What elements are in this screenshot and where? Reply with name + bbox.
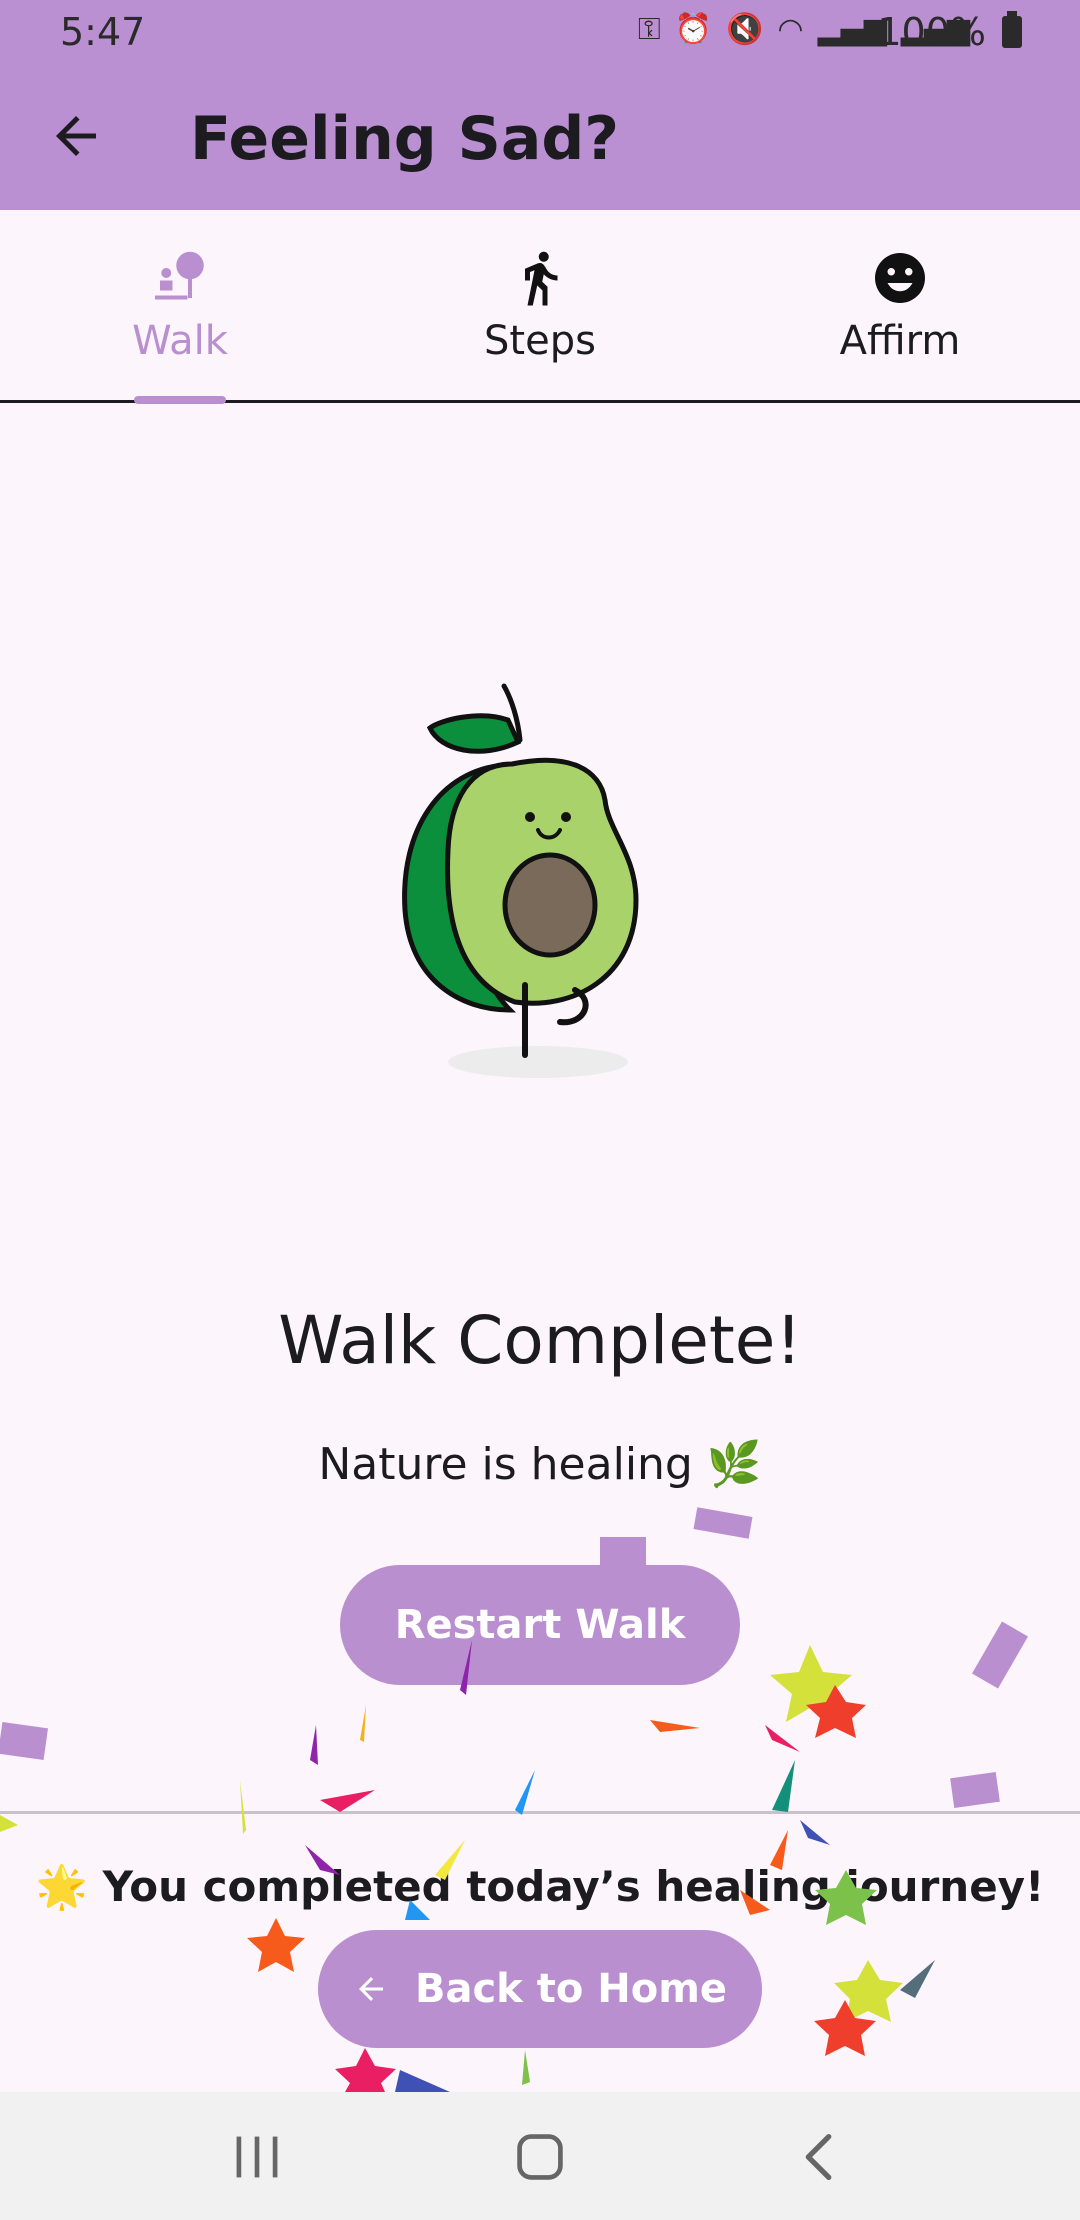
- recent-apps-icon[interactable]: [222, 2122, 292, 2192]
- tab-bar: Walk Steps Affirm: [0, 210, 1080, 404]
- restart-walk-button[interactable]: Restart Walk: [340, 1565, 740, 1685]
- wifi-icon: ◠: [777, 12, 804, 47]
- app-bar: Feeling Sad?: [0, 66, 1080, 210]
- journey-complete-text: 🌟 You completed today’s healing journey!: [35, 1862, 1045, 1911]
- tab-walk-label: Walk: [132, 318, 228, 364]
- system-nav-bar: [0, 2092, 1080, 2220]
- battery-percent: 100%: [877, 10, 986, 54]
- tab-walk[interactable]: Walk: [0, 210, 360, 400]
- mute-icon: 🔇: [726, 12, 764, 47]
- walk-park-icon: [155, 251, 204, 300]
- divider: [0, 1811, 1080, 1814]
- home-nav-icon[interactable]: [505, 2122, 575, 2192]
- back-arrow-icon[interactable]: [46, 106, 106, 166]
- avocado-mascot-illustration: [402, 683, 639, 1078]
- tab-steps[interactable]: Steps: [360, 210, 720, 400]
- status-bar: 5:47 ⚿ ⏰ 🔇 ◠ ▂▄▆ ▂▄▆ 100%: [0, 0, 1080, 66]
- page-title: Feeling Sad?: [190, 104, 620, 174]
- back-to-home-label: Back to Home: [414, 1966, 727, 2012]
- status-time: 5:47: [60, 10, 146, 54]
- smiley-icon: [875, 253, 925, 303]
- arrow-left-icon: [358, 1977, 383, 2001]
- tab-indicator: [134, 396, 226, 404]
- walking-person-icon: [525, 251, 558, 306]
- back-nav-icon[interactable]: [785, 2122, 855, 2192]
- tab-steps-label: Steps: [484, 318, 596, 364]
- tab-affirm[interactable]: Affirm: [720, 210, 1080, 400]
- tab-affirm-label: Affirm: [839, 318, 961, 364]
- alarm-icon: ⏰: [674, 12, 713, 47]
- walk-complete-heading: Walk Complete!: [278, 1302, 802, 1379]
- key-icon: ⚿: [637, 12, 661, 47]
- back-to-home-button[interactable]: Back to Home: [318, 1930, 762, 2048]
- battery-icon: [1002, 11, 1022, 48]
- nature-healing-text: Nature is healing 🌿: [318, 1439, 762, 1490]
